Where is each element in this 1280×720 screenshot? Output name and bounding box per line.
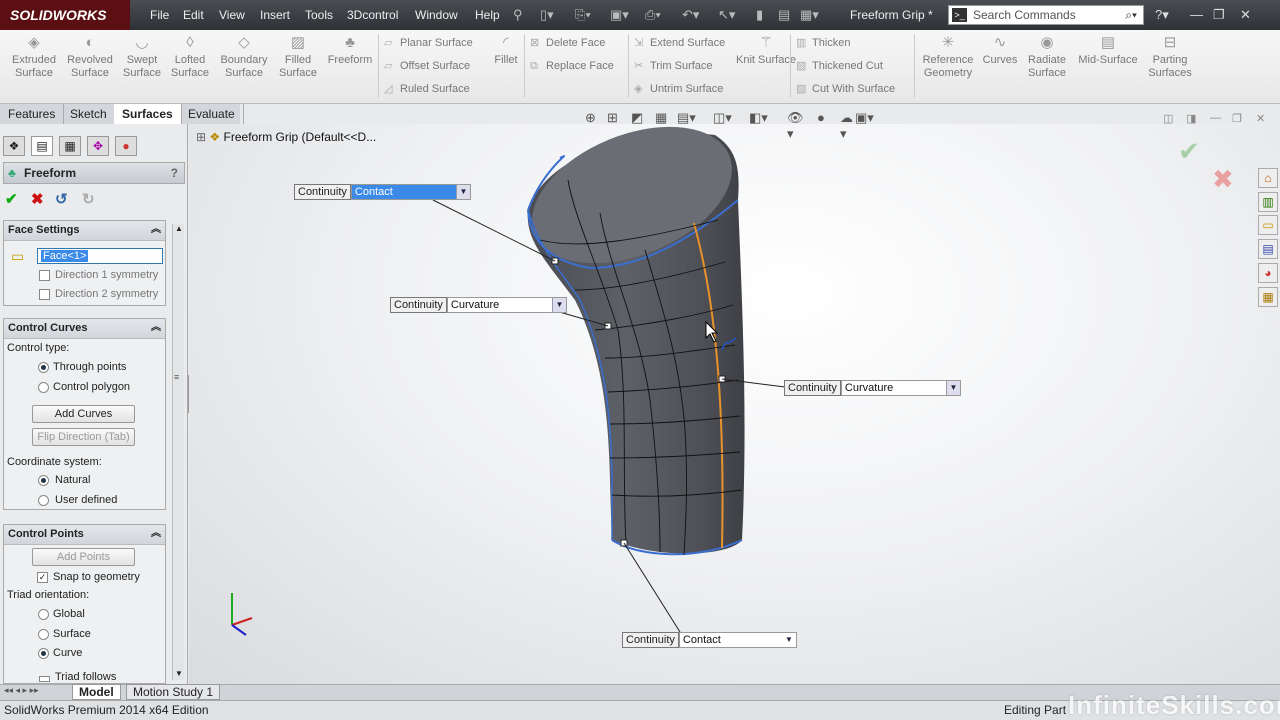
file-explorer-icon[interactable]: ▭ — [1258, 215, 1278, 235]
continuity-select-bottom[interactable]: Contact ▼ — [678, 632, 797, 648]
resources-icon[interactable]: ⌂ — [1258, 168, 1278, 188]
continuity-label: Continuity — [390, 297, 447, 313]
continuity-select-right[interactable]: Curvature ▼ — [840, 380, 961, 396]
chevron-down-icon[interactable]: ▼ — [781, 633, 796, 647]
tab-scroll-arrows-icon[interactable]: ◂◂ ◂ ▸ ▸▸ — [4, 685, 39, 696]
continuity-callout-top[interactable]: Continuity Contact ▼ — [294, 184, 471, 200]
watermark: InfiniteSkills.com — [1068, 690, 1280, 720]
design-library-icon[interactable]: ▥ — [1258, 192, 1278, 212]
status-left: SolidWorks Premium 2014 x64 Edition — [4, 703, 209, 717]
triad-icon — [231, 593, 253, 636]
continuity-select-top[interactable]: Contact ▼ — [350, 184, 471, 200]
freeform-grip-model[interactable] — [0, 0, 1280, 720]
chevron-down-icon[interactable]: ▼ — [455, 185, 470, 199]
continuity-value: Contact — [354, 186, 393, 198]
continuity-value: Curvature — [450, 299, 500, 311]
view-palette-icon[interactable]: ▤ — [1258, 239, 1278, 259]
continuity-callout-right[interactable]: Continuity Curvature ▼ — [784, 380, 961, 396]
continuity-label: Continuity — [784, 380, 841, 396]
continuity-value: Contact — [682, 634, 721, 646]
custom-properties-icon[interactable]: ▦ — [1258, 287, 1278, 307]
continuity-value: Curvature — [844, 382, 894, 394]
status-editing: Editing Part — [1004, 703, 1067, 717]
chevron-down-icon[interactable]: ▼ — [551, 298, 566, 312]
tab-motion-study[interactable]: Motion Study 1 — [126, 684, 221, 700]
continuity-label: Continuity — [622, 632, 679, 648]
appearances-icon[interactable]: ◕ — [1258, 263, 1278, 283]
continuity-select-left[interactable]: Curvature ▼ — [446, 297, 567, 313]
continuity-callout-left[interactable]: Continuity Curvature ▼ — [390, 297, 567, 313]
continuity-label: Continuity — [294, 184, 351, 200]
continuity-callout-bottom[interactable]: Continuity Contact ▼ — [622, 632, 797, 648]
tab-model[interactable]: Model — [72, 684, 121, 700]
chevron-down-icon[interactable]: ▼ — [945, 381, 960, 395]
